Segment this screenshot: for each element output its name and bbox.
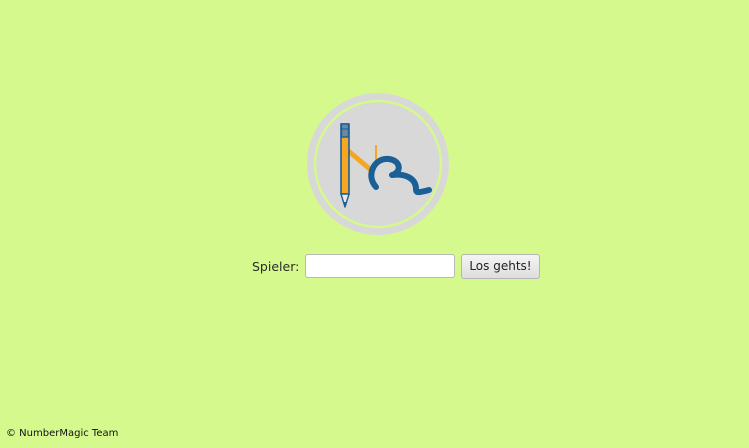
player-name-input[interactable]: [305, 254, 456, 278]
numbermagic-logo-icon: [307, 93, 449, 235]
footer-copyright: © NumberMagic Team: [6, 428, 119, 439]
app-logo: [305, 91, 451, 237]
start-button[interactable]: Los gehts!: [461, 253, 540, 279]
login-form: Spieler: Los gehts!: [252, 253, 540, 279]
player-label: Spieler:: [252, 258, 300, 274]
